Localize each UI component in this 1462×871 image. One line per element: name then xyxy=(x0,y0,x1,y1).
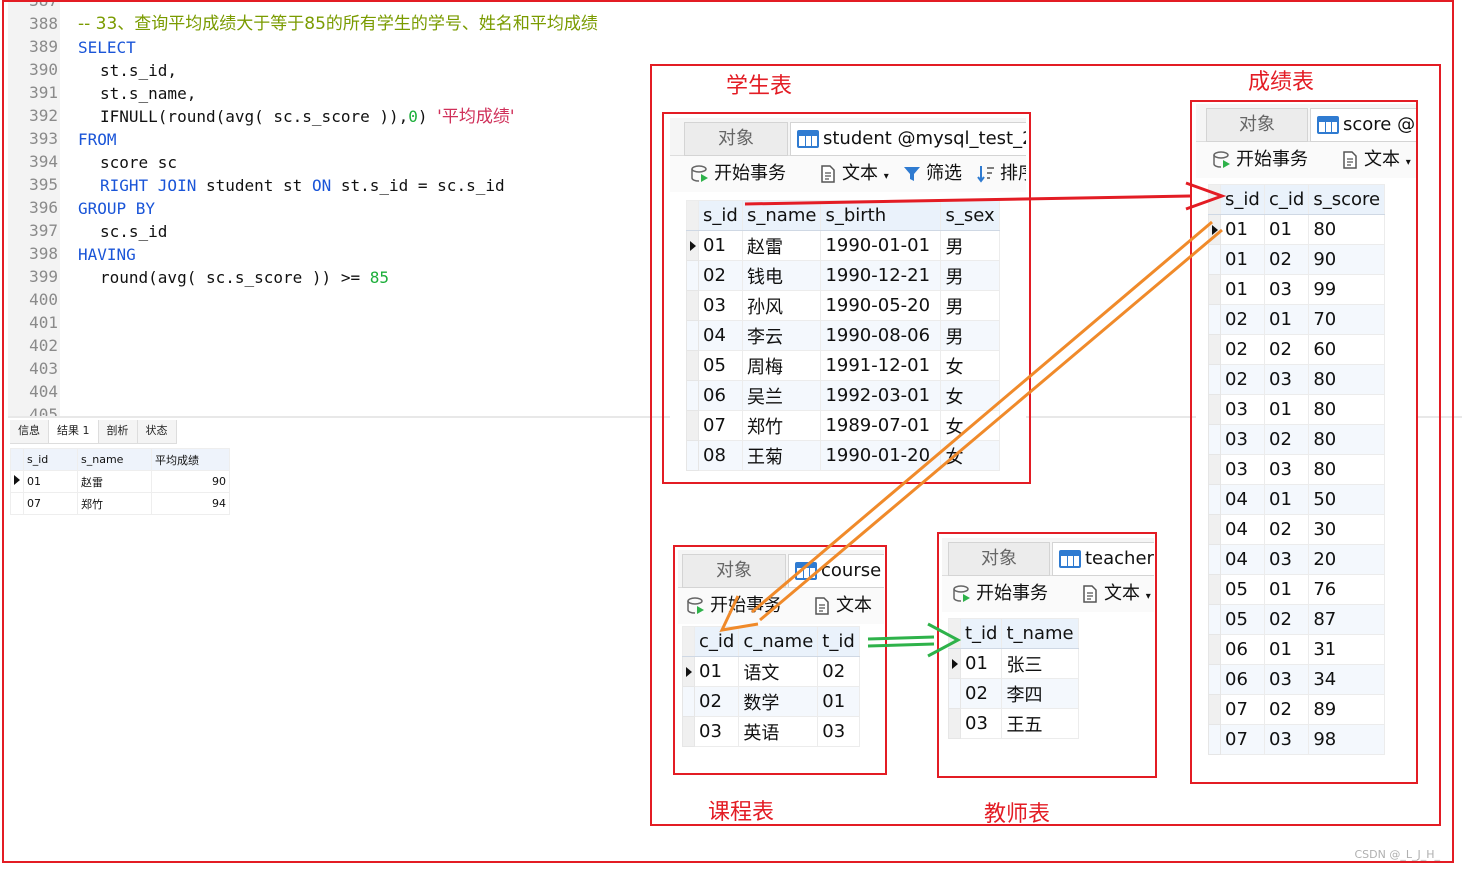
score-table-label: 成绩表 xyxy=(1248,70,1315,95)
student-frame xyxy=(662,112,1031,484)
course-frame xyxy=(673,545,887,775)
course-table-label: 课程表 xyxy=(708,800,775,825)
teacher-frame xyxy=(937,532,1157,778)
teacher-table-label: 教师表 xyxy=(984,802,1051,827)
watermark: CSDN @_L_J_H_ xyxy=(1354,848,1440,861)
score-frame xyxy=(1190,100,1418,784)
student-table-label: 学生表 xyxy=(726,74,793,99)
